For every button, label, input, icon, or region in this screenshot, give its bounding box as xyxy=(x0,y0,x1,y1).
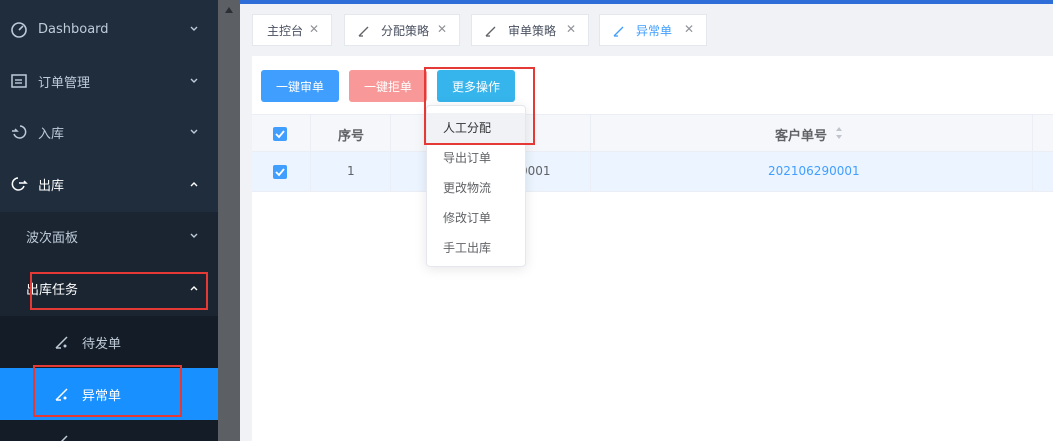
edit-pen-icon xyxy=(358,26,369,37)
sidebar-item-orders[interactable]: 订单管理 xyxy=(0,55,218,107)
select-all-checkbox[interactable] xyxy=(273,127,287,141)
sort-icon[interactable] xyxy=(835,126,843,140)
column-divider xyxy=(590,115,591,151)
sidebar-item-label: 出库 xyxy=(38,178,65,194)
header-index: 序号 xyxy=(338,129,365,144)
header-customer-no[interactable]: 客户单号 xyxy=(775,125,827,144)
sidebar-item-partial[interactable] xyxy=(0,422,218,441)
order-list-icon xyxy=(11,74,27,88)
sidebar-item-label: 订单管理 xyxy=(38,75,91,91)
chevron-down-icon xyxy=(190,129,198,134)
main-content: 一键审单 一键拒单 更多操作 序号 客户单号 1 0001 2021062900… xyxy=(252,56,1053,441)
close-icon[interactable]: ✕ xyxy=(307,22,321,36)
sidebar-item-pending[interactable]: 待发单 xyxy=(0,316,218,368)
row-index: 1 xyxy=(347,164,355,178)
table-row[interactable]: 1 0001 202106290001 xyxy=(252,152,1053,192)
sidebar-collapse-gutter[interactable] xyxy=(218,0,240,441)
chevron-up-icon xyxy=(190,182,198,187)
tab-label: 主控台 xyxy=(267,23,304,38)
column-divider xyxy=(1032,152,1033,191)
sidebar-item-label: Dashboard xyxy=(38,21,109,37)
tab-exception[interactable]: 异常单 ✕ xyxy=(599,14,707,46)
check-icon xyxy=(275,130,285,139)
close-icon[interactable]: ✕ xyxy=(435,22,449,36)
edit-pen-icon xyxy=(613,26,624,37)
speedometer-icon xyxy=(11,22,27,38)
sidebar-item-dashboard[interactable]: Dashboard xyxy=(0,3,218,55)
edit-pen-icon xyxy=(60,435,68,441)
column-divider xyxy=(310,115,311,151)
row-checkbox[interactable] xyxy=(273,165,287,179)
approve-all-button[interactable]: 一键审单 xyxy=(261,70,339,102)
tab-label: 审单策略 xyxy=(508,23,557,38)
row-customer-no-link[interactable]: 202106290001 xyxy=(768,164,860,178)
column-divider xyxy=(1032,115,1033,151)
tab-label: 异常单 xyxy=(636,23,673,38)
collapse-arrow-icon[interactable] xyxy=(224,6,234,14)
edit-pen-icon xyxy=(485,26,496,37)
tabs-bar: 主控台 ✕ 分配策略 ✕ 审单策略 ✕ 异常单 ✕ xyxy=(240,4,1053,52)
chevron-down-icon xyxy=(190,26,198,31)
menu-item-export-orders[interactable]: 导出订单 xyxy=(427,143,525,173)
sidebar-item-label: 波次面板 xyxy=(26,230,79,246)
edit-pen-icon xyxy=(55,336,68,349)
tab-dashboard[interactable]: 主控台 ✕ xyxy=(252,14,332,46)
chevron-down-icon xyxy=(190,233,198,238)
tab-label: 分配策略 xyxy=(381,23,430,38)
reject-all-button[interactable]: 一键拒单 xyxy=(349,70,427,102)
chevron-down-icon xyxy=(190,78,198,83)
menu-item-change-logistics[interactable]: 更改物流 xyxy=(427,173,525,203)
highlight-outbound-tasks xyxy=(30,272,208,310)
table-header: 序号 客户单号 xyxy=(252,114,1053,152)
sidebar-item-label: 入库 xyxy=(38,126,65,142)
sidebar-item-wave-panel[interactable]: 波次面板 xyxy=(0,210,218,262)
tab-allocation-strategy[interactable]: 分配策略 ✕ xyxy=(344,14,460,46)
column-divider xyxy=(390,152,391,191)
menu-item-manual-outbound[interactable]: 手工出库 xyxy=(427,233,525,263)
check-icon xyxy=(275,168,285,177)
tab-review-strategy[interactable]: 审单策略 ✕ xyxy=(471,14,589,46)
sidebar-item-outbound[interactable]: 出库 xyxy=(0,158,218,210)
inbound-icon xyxy=(12,125,27,139)
sidebar-item-inbound[interactable]: 入库 xyxy=(0,106,218,158)
menu-item-edit-order[interactable]: 修改订单 xyxy=(427,203,525,233)
column-divider xyxy=(310,152,311,191)
close-icon[interactable]: ✕ xyxy=(564,22,578,36)
outbound-icon xyxy=(11,177,28,191)
column-divider xyxy=(390,115,391,151)
column-divider xyxy=(590,152,591,191)
close-icon[interactable]: ✕ xyxy=(682,22,696,36)
sidebar-item-label: 待发单 xyxy=(82,336,122,352)
highlight-exception xyxy=(33,365,182,417)
highlight-more-actions xyxy=(424,67,535,145)
